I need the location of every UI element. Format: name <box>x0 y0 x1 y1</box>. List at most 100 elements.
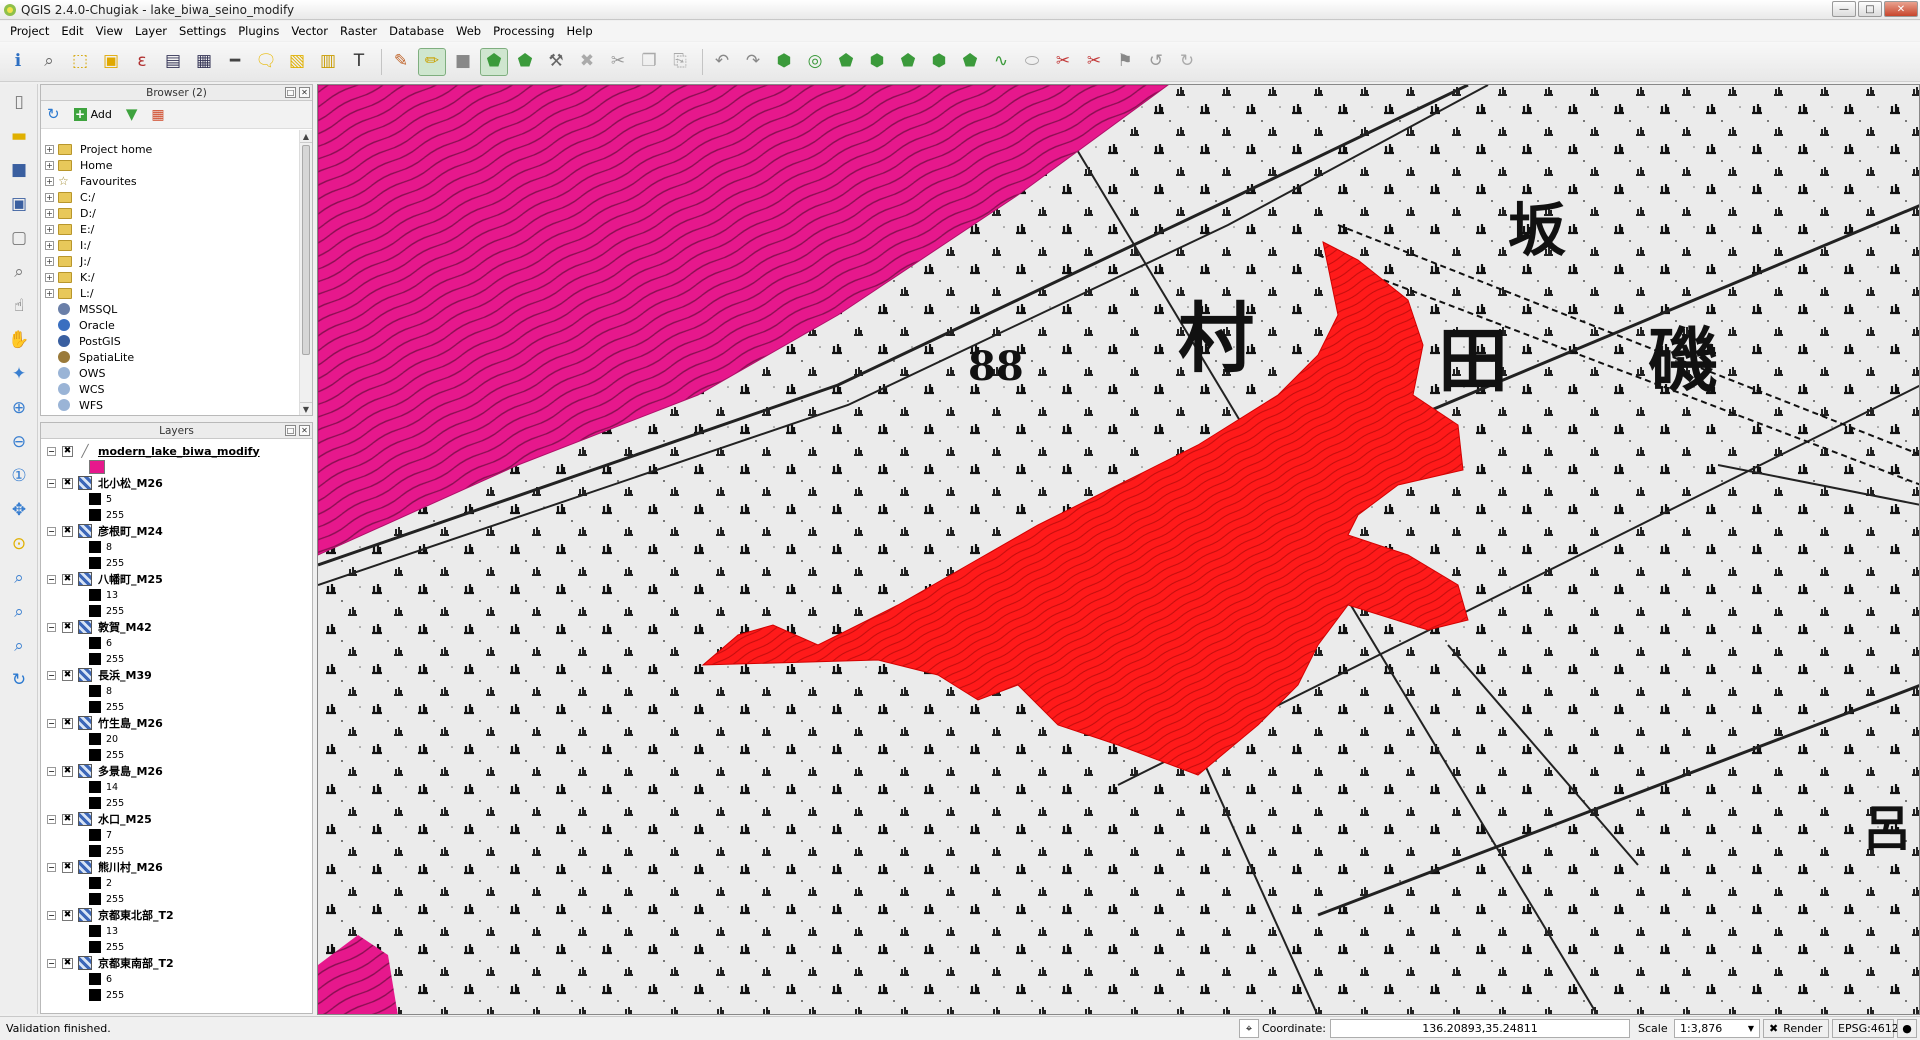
browser-item[interactable]: + J:/ <box>45 253 298 269</box>
browser-item[interactable]: WCS <box>45 381 298 397</box>
toggle-extents-button[interactable]: ⌖ <box>1238 1019 1259 1038</box>
layer-visibility-checkbox[interactable]: ✖ <box>62 765 73 777</box>
layer-visibility-checkbox[interactable]: ✖ <box>62 861 73 873</box>
browser-item[interactable]: + D:/ <box>45 205 298 221</box>
new-print-composer-button[interactable]: ▢ <box>5 224 33 252</box>
text-annotation-button[interactable]: ▧ <box>283 48 311 76</box>
layer-item[interactable]: − ✖ 京都東南部_T2 <box>47 955 312 971</box>
float-panel-button[interactable]: □ <box>285 87 296 98</box>
browser-item[interactable]: WFS <box>45 397 298 413</box>
move-feature-button[interactable]: ⬟ <box>511 48 539 76</box>
properties-button[interactable]: ▦ <box>151 108 164 122</box>
split-parts-button[interactable]: ✂ <box>1049 48 1077 76</box>
attribute-table-button[interactable]: ▤ <box>159 48 187 76</box>
menu-raster[interactable]: Raster <box>334 21 383 41</box>
collapse-icon[interactable]: − <box>47 814 56 824</box>
close-button[interactable]: ✕ <box>1884 1 1918 17</box>
annotation-button[interactable]: 🗨 <box>252 48 280 76</box>
layer-visibility-checkbox[interactable]: ✖ <box>62 445 73 457</box>
label-tool-button[interactable]: T <box>345 48 373 76</box>
undo-button[interactable]: ↶ <box>708 48 736 76</box>
crs-button[interactable]: EPSG:4612 <box>1832 1019 1899 1038</box>
delete-part-button[interactable]: ⬢ <box>925 48 953 76</box>
layer-item[interactable]: − ✖ 竹生島_M26 <box>47 715 312 731</box>
layer-visibility-checkbox[interactable]: ✖ <box>62 621 73 633</box>
collapse-icon[interactable]: − <box>47 718 56 728</box>
browser-item[interactable]: + ☆ Favourites <box>45 173 298 189</box>
collapse-icon[interactable]: − <box>47 478 56 488</box>
layer-visibility-checkbox[interactable]: ✖ <box>62 573 73 585</box>
menu-view[interactable]: View <box>90 21 129 41</box>
browser-item[interactable]: + K:/ <box>45 269 298 285</box>
refresh-button[interactable]: ↻ <box>5 666 33 694</box>
pan-to-selection-button[interactable]: ✦ <box>5 360 33 388</box>
layer-item[interactable]: − ✖ ╱ modern_lake_biwa_modify <box>47 443 312 459</box>
layer-item[interactable]: − ✖ 長浜_M39 <box>47 667 312 683</box>
collapse-icon[interactable]: − <box>47 958 56 968</box>
collapse-icon[interactable]: − <box>47 446 56 456</box>
layer-item[interactable]: − ✖ 京都東北部_T2 <box>47 907 312 923</box>
select-features-button[interactable]: ⬚ <box>66 48 94 76</box>
browser-item[interactable]: PostGIS <box>45 333 298 349</box>
zoom-in-button[interactable]: ⊕ <box>5 394 33 422</box>
menu-help[interactable]: Help <box>561 21 599 41</box>
zoom-native-button[interactable]: ① <box>5 462 33 490</box>
menu-vector[interactable]: Vector <box>285 21 334 41</box>
cut-features-button[interactable]: ✂ <box>604 48 632 76</box>
expand-icon[interactable]: + <box>45 256 54 266</box>
scroll-up-arrow-icon[interactable]: ▲ <box>300 130 312 143</box>
collapse-icon[interactable]: − <box>47 766 56 776</box>
zoom-layer-button[interactable]: ⌕ <box>5 564 33 592</box>
collapse-icon[interactable]: − <box>47 622 56 632</box>
scroll-thumb[interactable] <box>302 145 310 355</box>
layer-item[interactable]: − ✖ 多景島_M26 <box>47 763 312 779</box>
browser-item[interactable]: SpatiaLite <box>45 349 298 365</box>
expand-icon[interactable]: + <box>45 192 54 202</box>
layer-item[interactable]: − ✖ 敦賀_M42 <box>47 619 312 635</box>
layer-visibility-checkbox[interactable]: ✖ <box>62 525 73 537</box>
browser-item[interactable]: + L:/ <box>45 285 298 301</box>
open-project-button[interactable]: ▬ <box>5 122 33 150</box>
delete-ring-button[interactable]: ⬟ <box>894 48 922 76</box>
rotate-symbols-button[interactable]: ↺ <box>1142 48 1170 76</box>
zoom-next-button[interactable]: ⌕ <box>5 632 33 660</box>
layer-item[interactable]: − ✖ 北小松_M26 <box>47 475 312 491</box>
add-part-button[interactable]: ⬟ <box>832 48 860 76</box>
layer-visibility-checkbox[interactable]: ✖ <box>62 669 73 681</box>
layer-item[interactable]: − ✖ 熊川村_M26 <box>47 859 312 875</box>
deselect-button[interactable]: ▣ <box>97 48 125 76</box>
reshape-button[interactable]: ⬟ <box>956 48 984 76</box>
map-canvas[interactable]: 坂 村 田 磯 88 呂 <box>317 84 1920 1015</box>
toggle-editing-button[interactable]: ✏ <box>418 47 446 76</box>
filter-button[interactable]: ▼ <box>126 107 138 122</box>
fill-ring-button[interactable]: ⬢ <box>863 48 891 76</box>
zoom-full-button[interactable]: ✥ <box>5 496 33 524</box>
expand-icon[interactable]: + <box>45 224 54 234</box>
layer-item[interactable]: − ✖ 彦根町_M24 <box>47 523 312 539</box>
merge-attributes-button[interactable]: ⚑ <box>1111 48 1139 76</box>
expand-icon[interactable]: + <box>45 144 54 154</box>
menu-project[interactable]: Project <box>4 21 55 41</box>
messages-button[interactable]: ● <box>1897 1019 1917 1038</box>
browser-item[interactable]: + C:/ <box>45 189 298 205</box>
collapse-icon[interactable]: − <box>47 862 56 872</box>
redo-button[interactable]: ↷ <box>739 48 767 76</box>
browser-item[interactable]: OWS <box>45 365 298 381</box>
add-ring-button[interactable]: ◎ <box>801 48 829 76</box>
layer-visibility-checkbox[interactable]: ✖ <box>62 717 73 729</box>
browser-scrollbar[interactable]: ▲ ▼ <box>299 130 312 415</box>
identify-features-button[interactable]: ℹ <box>4 48 32 76</box>
move-annotation-button[interactable]: ▥ <box>314 48 342 76</box>
composer-manager-button[interactable]: ⌕ <box>5 258 33 286</box>
measure-button[interactable]: ━ <box>221 48 249 76</box>
scale-combo[interactable]: 1:3,876 ▼ <box>1674 1019 1760 1038</box>
save-project-button[interactable]: ■ <box>5 156 33 184</box>
menu-settings[interactable]: Settings <box>173 21 232 41</box>
zoom-select-button[interactable]: ⌕ <box>35 48 63 76</box>
float-panel-button[interactable]: □ <box>285 425 296 436</box>
map-view[interactable]: 坂 村 田 磯 88 呂 <box>318 85 1920 1015</box>
menu-edit[interactable]: Edit <box>55 21 89 41</box>
layer-visibility-checkbox[interactable]: ✖ <box>62 909 73 921</box>
zoom-out-button[interactable]: ⊖ <box>5 428 33 456</box>
maximize-button[interactable]: □ <box>1858 1 1882 17</box>
